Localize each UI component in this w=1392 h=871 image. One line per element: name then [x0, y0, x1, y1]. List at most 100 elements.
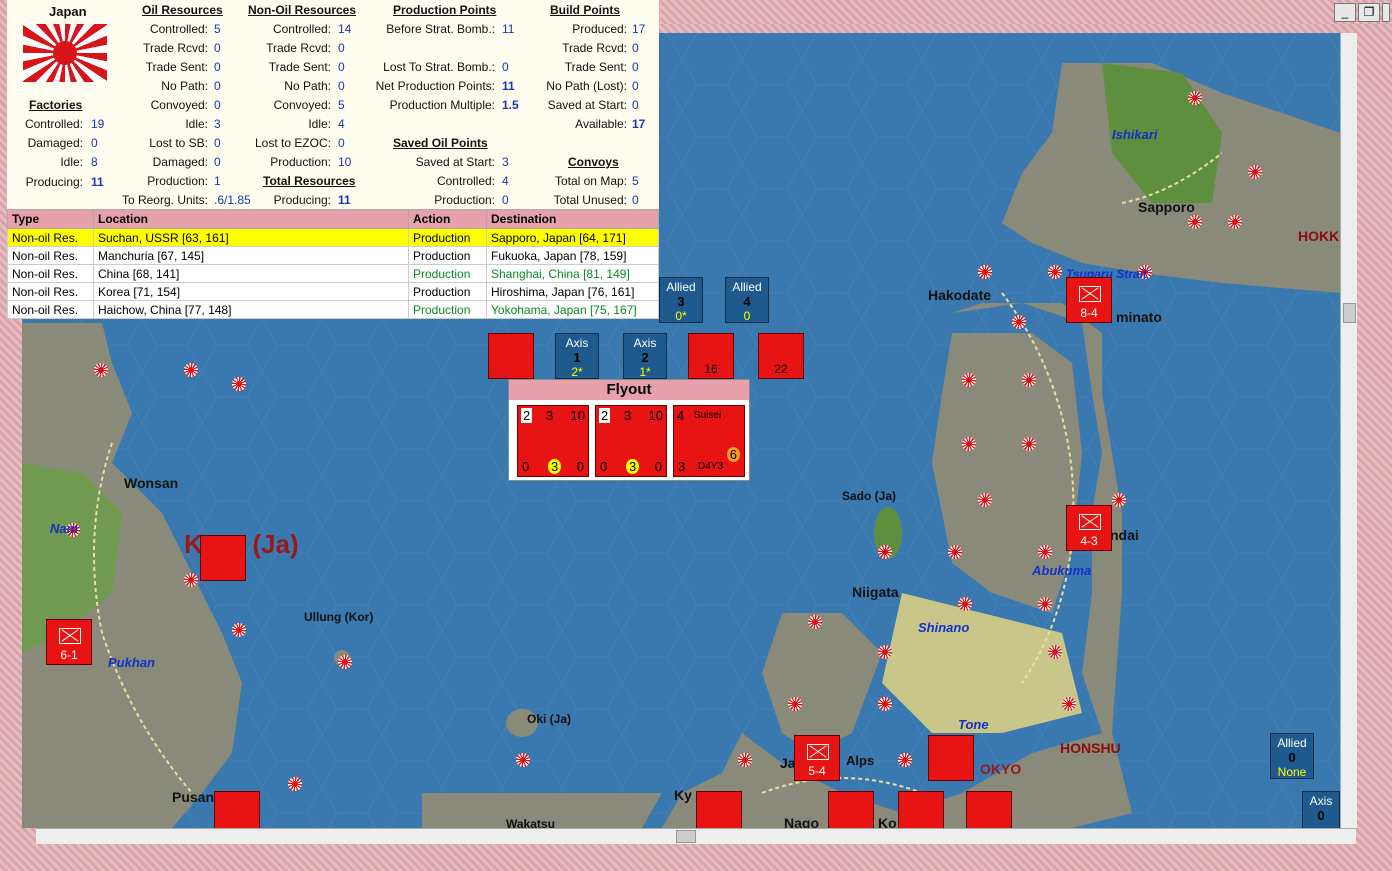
horizontal-scrollbar[interactable]: [36, 828, 1356, 844]
card-value: 2: [599, 408, 611, 423]
cell-type: Non-oil Res.: [7, 228, 94, 247]
control-marker-icon: [878, 645, 892, 659]
oil-value: 0: [214, 136, 221, 150]
allied-counter[interactable]: Allied 4 0: [725, 277, 769, 323]
map-label-ishikari: Ishikari: [1112, 127, 1158, 142]
nonoil-label: Lost to EZOC:: [254, 136, 331, 150]
card-value: 4: [677, 408, 685, 423]
card-value: 3: [624, 408, 632, 423]
army-unit-counter[interactable]: 8-4: [1066, 277, 1112, 323]
army-unit-counter[interactable]: [828, 791, 874, 828]
flyout-air-unit[interactable]: 4 Suisei 3 D4Y3 6: [673, 405, 745, 477]
counter-value: 3: [677, 294, 685, 309]
axis-counter[interactable]: Axis 1 2*: [555, 333, 599, 379]
army-unit-counter[interactable]: [898, 791, 944, 828]
horizontal-scroll-thumb[interactable]: [676, 830, 696, 843]
naval-unit-counter[interactable]: [200, 535, 246, 581]
axis-counter[interactable]: Axis 0: [1302, 791, 1340, 828]
vertical-scroll-thumb[interactable]: [1343, 303, 1356, 323]
control-marker-icon: [978, 265, 992, 279]
counter-sub: 1*: [639, 365, 651, 379]
counter-sub: 2*: [571, 365, 583, 379]
flyout-title: Flyout: [509, 380, 749, 400]
control-marker-icon: [288, 777, 302, 791]
table-row[interactable]: Non-oil Res. Haichow, China [77, 148] Pr…: [7, 300, 659, 319]
card-value: 0: [600, 459, 608, 474]
table-row[interactable]: Non-oil Res. China [68, 141] Production …: [7, 264, 659, 283]
map-label-tone: Tone: [958, 717, 989, 732]
bp-value: 17: [632, 117, 646, 131]
army-unit-counter[interactable]: 6-1: [46, 619, 92, 665]
restore-icon[interactable]: ❐: [1358, 3, 1380, 22]
table-row[interactable]: Non-oil Res. Korea [71, 154] Production …: [7, 282, 659, 301]
air-unit-counter[interactable]: 22: [758, 333, 804, 379]
table-row[interactable]: Non-oil Res. Manchuria [67, 145] Product…: [7, 246, 659, 265]
cell-type: Non-oil Res.: [7, 264, 94, 283]
minimize-icon[interactable]: _: [1334, 3, 1356, 22]
control-marker-icon: [1022, 437, 1036, 451]
control-marker-icon: [184, 363, 198, 377]
axis-counter[interactable]: Axis 2 1*: [623, 333, 667, 379]
counter-side: Axis: [633, 336, 657, 350]
counter-value: 0: [1288, 750, 1296, 765]
card-value: 3: [626, 459, 640, 474]
card-value: 10: [648, 408, 663, 423]
control-marker-icon: [1048, 645, 1062, 659]
oil-label: Trade Rcvd:: [143, 41, 208, 55]
map-label-ullung: Ullung (Kor): [304, 610, 374, 624]
convoys-value: 5: [632, 174, 639, 188]
close-icon[interactable]: [1382, 3, 1390, 22]
army-unit-counter[interactable]: 5-4: [794, 735, 840, 781]
flyout-naval-unit[interactable]: 2 3 10 0 3 0: [517, 405, 589, 477]
flyout-naval-unit[interactable]: 2 3 10 0 3 0: [595, 405, 667, 477]
air-unit-counter[interactable]: 16: [688, 333, 734, 379]
bp-value: 0: [632, 60, 639, 74]
naval-unit-counter[interactable]: [488, 333, 534, 379]
control-marker-icon: [898, 753, 912, 767]
control-marker-icon: [1012, 315, 1026, 329]
column-header-destination[interactable]: Destination: [486, 209, 659, 229]
map-label-ko: Ko: [878, 815, 897, 828]
pp-label: Net Production Points:: [375, 79, 495, 93]
cell-location: Suchan, USSR [63, 161]: [93, 228, 409, 247]
control-marker-icon: [962, 373, 976, 387]
army-unit-counter[interactable]: [966, 791, 1012, 828]
build-points-heading: Build Points: [550, 3, 620, 17]
oil-label: Controlled:: [149, 22, 208, 36]
allied-counter[interactable]: Allied 0 None: [1270, 733, 1314, 779]
army-unit-counter[interactable]: 4-3: [1066, 505, 1112, 551]
column-header-type[interactable]: Type: [7, 209, 94, 229]
oil-label: Trade Sent:: [145, 60, 208, 74]
cell-action: Production: [408, 282, 487, 301]
unit-flyout[interactable]: Flyout 2 3 10 0 3 0 2 3 10 0 3 0 4 Suise…: [508, 379, 750, 481]
control-marker-icon: [738, 753, 752, 767]
vertical-scrollbar[interactable]: [1340, 33, 1357, 828]
army-unit-counter[interactable]: [696, 791, 742, 828]
card-value: 10: [570, 408, 585, 423]
column-header-location[interactable]: Location: [93, 209, 409, 229]
convoys-value: 0: [632, 193, 639, 207]
control-marker-icon: [878, 697, 892, 711]
map-label-pukhan: Pukhan: [108, 655, 155, 670]
map-label-abukuma: Abukuma: [1032, 563, 1092, 578]
convoys-label: Total Unused:: [553, 193, 627, 207]
nonoil-heading: Non-Oil Resources: [248, 3, 357, 17]
table-row[interactable]: Non-oil Res. Suchan, USSR [63, 161] Prod…: [7, 228, 659, 247]
reorg-label: To Reorg. Units:: [121, 193, 208, 207]
control-marker-icon: [948, 545, 962, 559]
allied-counter[interactable]: Allied 3 0*: [659, 277, 703, 323]
table-header-row: Type Location Action Destination: [7, 209, 659, 229]
oil-label: No Path:: [161, 79, 208, 93]
oil-heading: Oil Resources: [142, 3, 223, 17]
nonoil-label: Idle:: [308, 117, 331, 131]
pp-label: Production Multiple:: [389, 98, 495, 112]
production-points-heading: Production Points: [393, 3, 497, 17]
counter-side: Axis: [1309, 794, 1333, 808]
oil-value: 0: [214, 60, 221, 74]
column-header-action[interactable]: Action: [408, 209, 487, 229]
carrier-unit-counter[interactable]: [928, 735, 974, 781]
control-marker-icon: [94, 363, 108, 377]
control-marker-icon: [1248, 165, 1262, 179]
air-unit-counter[interactable]: [214, 791, 260, 828]
cell-action: Production: [408, 246, 487, 265]
